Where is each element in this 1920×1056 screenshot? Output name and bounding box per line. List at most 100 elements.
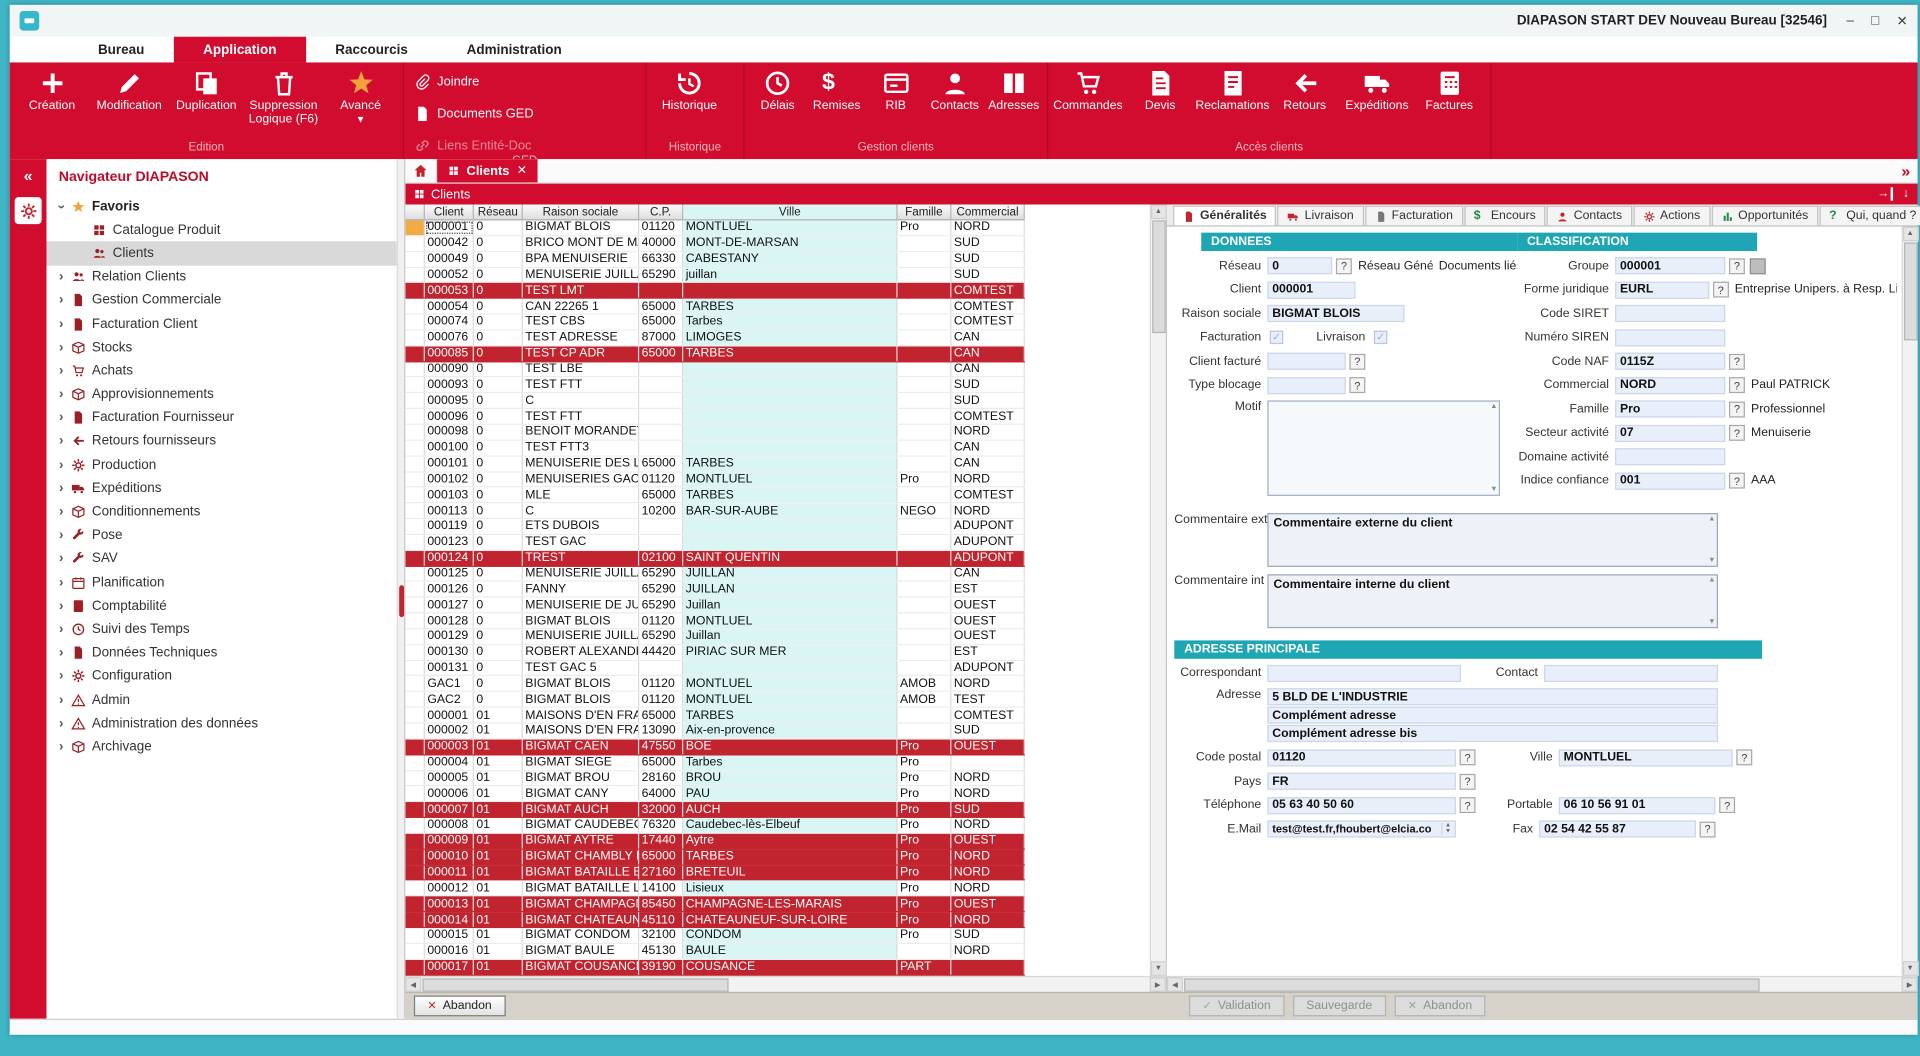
table-row[interactable]: 000001 0 BIGMAT BLOIS 01120 MONTLUEL Pro NORD [405, 220, 1025, 237]
row-selector-header[interactable] [405, 204, 425, 220]
groupe-help-button[interactable]: ? [1728, 257, 1745, 274]
column-header-c-p[interactable]: C.P. [639, 204, 684, 220]
chevron-right-icon[interactable]: › [54, 505, 69, 520]
chevron-right-icon[interactable]: › [54, 458, 69, 473]
chevron-right-icon[interactable]: › [54, 411, 69, 426]
form-abandon-button[interactable]: ✕ Abandon [1394, 995, 1486, 1017]
fax-help-button[interactable]: ? [1699, 821, 1716, 837]
reseau-input[interactable]: 0 [1267, 257, 1333, 275]
home-tab[interactable] [405, 159, 438, 183]
correspondant-input[interactable] [1267, 664, 1461, 682]
column-header-client[interactable]: Client [425, 204, 474, 220]
table-row[interactable]: 000054 0 CAN 22265 1 65000 TARBES COMTEST [405, 299, 1025, 315]
telephone-input[interactable]: 05 63 40 50 60 [1267, 796, 1456, 814]
numero-siren-input[interactable] [1615, 328, 1726, 346]
ribbon-button-documents-ged[interactable]: Documents GED [414, 105, 534, 122]
row-selector[interactable] [405, 220, 425, 235]
sidebar-item-admin[interactable]: › Admin [47, 688, 397, 711]
ribbon-button-liens-entit-doc[interactable]: Liens Entité-Doc [414, 137, 531, 154]
row-selector[interactable] [405, 660, 425, 676]
sidebar-item-exp-ditions[interactable]: › Expéditions [47, 477, 397, 500]
settings-button[interactable] [14, 197, 42, 225]
row-selector[interactable] [405, 770, 425, 786]
row-selector[interactable] [405, 833, 425, 849]
row-selector[interactable] [405, 739, 425, 754]
sidebar-splitter[interactable] [396, 159, 406, 1019]
row-selector[interactable] [405, 645, 425, 660]
commercial-input[interactable]: NORD [1615, 376, 1726, 394]
row-selector[interactable] [405, 361, 425, 377]
table-row[interactable]: 00001401BIGMAT CHATEAUNEUF45110CHATEAUNE… [405, 912, 1025, 929]
email-input[interactable]: test@test.fr,fhoubert@elcia.co ▲ ▼ [1267, 820, 1456, 838]
table-row[interactable]: GAC1 0 BIGMAT BLOIS 01120 MONTLUEL AMOB NORD [405, 676, 1025, 693]
portable-help-button[interactable]: ? [1719, 797, 1736, 814]
detail-tab-encours[interactable]: $ Encours [1463, 205, 1546, 226]
sidebar-item-planification[interactable]: › Planification [47, 571, 397, 594]
column-header-r-seau[interactable]: Réseau [474, 204, 523, 220]
row-selector[interactable] [405, 755, 425, 770]
table-row[interactable]: 000008 01 BIGMAT CAUDEBEC 76320 Caudebec-lès… [405, 818, 1025, 834]
indice-confiance-help-button[interactable]: ? [1728, 472, 1745, 489]
ribbon-button-contacts[interactable]: Contacts [926, 66, 983, 114]
code-postal-help-button[interactable]: ? [1459, 749, 1476, 766]
row-selector[interactable] [405, 550, 425, 566]
table-row[interactable]: 000123 0 TEST GAC ADUPONT [405, 534, 1025, 551]
table-row[interactable]: 000003 01 BIGMAT CAEN 47550 BOE Pro OUEST [405, 739, 1025, 756]
sidebar-item-catalogue-produit[interactable]: Catalogue Produit [47, 218, 397, 241]
ribbon-button-suppression-logique-f6[interactable]: Suppression Logique (F6) [246, 66, 321, 127]
table-row[interactable]: 00001001BIGMAT CHAMBLY BROU65000TARBESPr… [405, 849, 1025, 866]
table-row[interactable]: 000131 0 TEST GAC 5 ADUPONT [405, 660, 1025, 677]
portable-input[interactable]: 06 10 56 91 01 [1558, 796, 1716, 814]
client-input[interactable]: 000001 [1267, 281, 1356, 299]
row-selector[interactable] [405, 534, 425, 550]
detail-tab-contacts[interactable]: Contacts [1546, 205, 1632, 226]
client-facture-help-button[interactable]: ? [1349, 353, 1366, 370]
table-row[interactable]: 000007 01 BIGMAT AUCH 32000 AUCH Pro SUD [405, 802, 1025, 819]
chevron-right-icon[interactable]: › [54, 528, 69, 543]
row-selector[interactable] [405, 707, 425, 723]
scroll-up-icon[interactable]: ▲ [1490, 403, 1497, 410]
scroll-left-icon[interactable]: ◀ [405, 977, 422, 992]
scroll-down-icon[interactable]: ▼ [1490, 486, 1497, 493]
scroll-down-icon[interactable]: ▼ [1708, 557, 1715, 564]
row-selector[interactable] [405, 267, 425, 283]
scroll-down-icon[interactable]: ▼ [1150, 961, 1167, 976]
telephone-help-button[interactable]: ? [1459, 797, 1476, 814]
row-selector[interactable] [405, 393, 425, 408]
row-selector[interactable] [405, 346, 425, 361]
sidebar-item-sav[interactable]: › SAV [47, 547, 397, 570]
forme-juridique-input[interactable]: EURL [1615, 281, 1710, 299]
scroll-down-icon[interactable]: ▼ [1708, 618, 1715, 625]
chevron-right-icon[interactable]: › [54, 481, 69, 496]
table-row[interactable]: 000076 0 TEST ADRESSE 87000 LIMOGES CAN [405, 330, 1025, 347]
maximize-button[interactable]: □ [1871, 13, 1879, 29]
table-row[interactable]: 000119 0 ETS DUBOIS ADUPONT [405, 519, 1025, 535]
indice-confiance-input[interactable]: 001 [1615, 472, 1726, 490]
table-row[interactable]: 000074 0 TEST CBS 65000 Tarbes COMTEST [405, 314, 1025, 331]
column-header-ville[interactable]: Ville [683, 204, 898, 220]
table-row[interactable]: 00000201MAISONS D'EN FRANCE13090Aix-en-p… [405, 723, 1025, 740]
menu-tab-bureau[interactable]: Bureau [69, 37, 174, 63]
ribbon-button-duplication[interactable]: Duplication [169, 66, 244, 114]
row-selector[interactable] [405, 818, 425, 833]
ribbon-button-retours[interactable]: Retours [1270, 66, 1340, 114]
ribbon-button-historique[interactable]: Historique [651, 66, 727, 114]
detail-tab-opportunit-s[interactable]: Opportunités [1711, 205, 1819, 226]
chevron-right-icon[interactable]: › [54, 645, 69, 660]
table-row[interactable]: 000016 01 BIGMAT BAULE 45130 BAULE NORD [405, 943, 1025, 960]
table-row[interactable]: 000096 0 TEST FTT COMTEST [405, 409, 1025, 425]
table-row[interactable]: 0001010MENUISERIE DES LILAS65000TARBES CA… [405, 456, 1025, 473]
ribbon-button-commandes[interactable]: Commandes [1053, 66, 1123, 114]
dock-down-icon[interactable]: ↓ [1903, 187, 1909, 200]
scroll-up-icon[interactable]: ▲ [1150, 204, 1167, 220]
table-row[interactable]: 000085 0 TEST CP ADR 65000 TARBES CAN [405, 346, 1025, 362]
famille-input[interactable]: Pro [1615, 400, 1726, 418]
table-row[interactable]: 000049 0 BPA MENUISERIE 66330 CABESTANY SUD [405, 251, 1025, 268]
raison-sociale-input[interactable]: BIGMAT BLOIS [1267, 304, 1405, 323]
table-row[interactable]: 000113 0 C 10200 BAR-SUR-AUBE NEGO NORD [405, 503, 1025, 520]
scroll-down-icon[interactable]: ▼ [1902, 961, 1919, 976]
detail-vertical-scrollbar[interactable]: ▲ ▼ [1901, 226, 1919, 976]
contact-input[interactable] [1544, 664, 1718, 682]
scroll-thumb[interactable] [1151, 220, 1166, 334]
row-selector[interactable] [405, 613, 425, 629]
